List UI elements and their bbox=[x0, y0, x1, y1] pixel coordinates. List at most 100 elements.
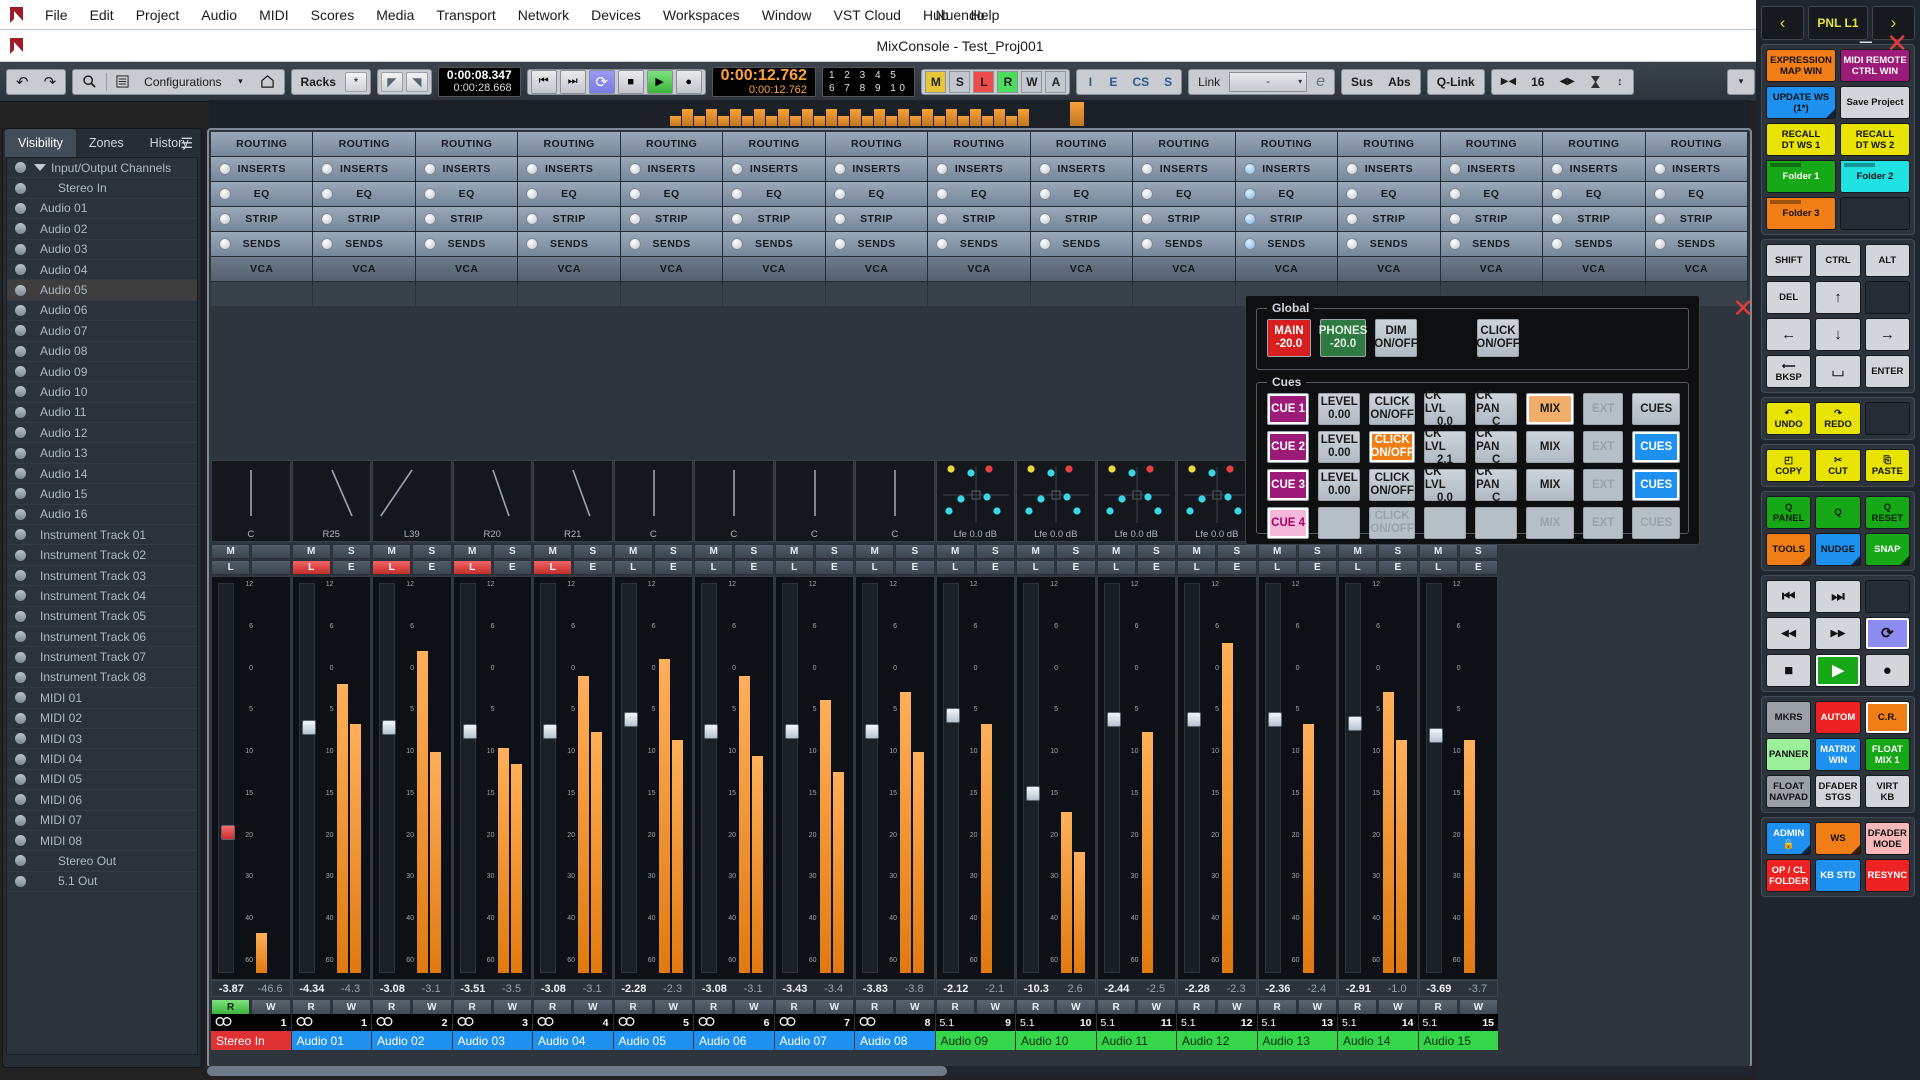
rack-enable-dot[interactable] bbox=[526, 238, 539, 250]
visibility-toggle-dot[interactable] bbox=[15, 325, 26, 337]
rack-cell-eq[interactable]: EQ bbox=[415, 182, 518, 206]
rack-cell-strip[interactable]: STRIP bbox=[415, 207, 518, 231]
visibility-item[interactable]: Instrument Track 07 bbox=[7, 647, 197, 668]
fader-track[interactable] bbox=[862, 583, 879, 973]
rack-enable-dot[interactable] bbox=[526, 163, 539, 175]
tab-zones[interactable]: Zones bbox=[76, 129, 137, 157]
absolute-button[interactable]: Abs bbox=[1382, 70, 1417, 94]
edit-button[interactable]: E bbox=[492, 560, 532, 575]
write-automation-button[interactable]: W bbox=[1297, 999, 1337, 1015]
read-automation-button[interactable]: R bbox=[1418, 999, 1458, 1015]
rack-cell-vca[interactable]: VCA bbox=[1030, 257, 1133, 281]
fader-meter-area[interactable]: 12 6 0 5 10 15 20 30 40 60 bbox=[694, 576, 774, 980]
zoom-in-button[interactable]: ◥ bbox=[405, 71, 428, 92]
rack-cell-inserts[interactable]: INSERTS bbox=[313, 157, 415, 181]
rack-enable-dot[interactable] bbox=[936, 188, 949, 200]
panel-key-expression-map-win[interactable]: EXPRESSION MAP WIN bbox=[1766, 49, 1836, 82]
visibility-item[interactable]: Audio 06 bbox=[7, 301, 197, 322]
qlink-button[interactable]: Q-Link bbox=[1431, 70, 1481, 94]
rack-enable-dot[interactable] bbox=[936, 163, 949, 175]
rack-enable-dot[interactable] bbox=[219, 163, 231, 175]
channel-value-row[interactable]: -4.34 -4.3 bbox=[291, 980, 371, 997]
menu-item-scores[interactable]: Scores bbox=[300, 0, 366, 30]
mute-button[interactable]: M bbox=[211, 544, 251, 559]
rack-cell-inserts[interactable]: INSERTS bbox=[1133, 157, 1235, 181]
toolbar-filter-e[interactable]: E bbox=[1103, 70, 1123, 94]
rack-enable-dot[interactable] bbox=[833, 188, 846, 200]
rack-enable-dot[interactable] bbox=[1346, 188, 1359, 200]
rack-cell-blank[interactable] bbox=[211, 282, 313, 306]
visibility-item[interactable]: MIDI 02 bbox=[7, 709, 197, 729]
visibility-item[interactable]: 5.1 Out bbox=[7, 872, 197, 893]
fader-handle[interactable] bbox=[1026, 785, 1040, 801]
rack-enable-dot[interactable] bbox=[628, 188, 641, 200]
mute-button[interactable]: M bbox=[1096, 544, 1136, 559]
channel-name-block[interactable]: 5.1 15 Audio 15 bbox=[1418, 1014, 1498, 1054]
fader-track[interactable] bbox=[540, 583, 557, 973]
folder-expand-icon[interactable] bbox=[34, 164, 46, 172]
channel-name[interactable]: Audio 05 bbox=[613, 1031, 693, 1050]
cue-cues-button[interactable]: CUES bbox=[1632, 431, 1681, 463]
channel-name-block[interactable]: 5.1 10 Audio 10 bbox=[1016, 1014, 1096, 1054]
menu-item-file[interactable]: File bbox=[34, 0, 79, 30]
mute-button[interactable]: M bbox=[694, 544, 734, 559]
solo-button[interactable]: S bbox=[1458, 544, 1498, 559]
rack-cell-eq[interactable]: EQ bbox=[620, 182, 723, 206]
transport-cycle-button[interactable]: ⟳ bbox=[588, 69, 615, 94]
rack-cell-eq[interactable]: EQ bbox=[211, 182, 313, 206]
solo-button[interactable]: S bbox=[412, 544, 452, 559]
visibility-toggle-dot[interactable] bbox=[15, 182, 26, 194]
menu-item-project[interactable]: Project bbox=[125, 0, 191, 30]
rack-enable-dot[interactable] bbox=[526, 213, 539, 225]
listen-button[interactable]: L bbox=[1418, 560, 1458, 575]
rack-cell-strip[interactable]: STRIP bbox=[518, 207, 620, 231]
edit-button[interactable]: E bbox=[1458, 560, 1498, 575]
rack-cell-vca[interactable]: VCA bbox=[723, 257, 825, 281]
narrow-channels-icon[interactable]: ▶◀ bbox=[1495, 70, 1522, 94]
listen-button[interactable]: L bbox=[452, 560, 492, 575]
cue-mix-button[interactable]: MIX bbox=[1526, 431, 1574, 463]
transport-stop-button[interactable]: ■ bbox=[617, 69, 644, 94]
channel-value-row[interactable]: -3.08 -3.1 bbox=[533, 980, 613, 997]
fader-track[interactable] bbox=[1425, 583, 1443, 973]
fader-handle[interactable] bbox=[784, 723, 799, 739]
mute-button[interactable]: M bbox=[1177, 544, 1217, 559]
rack-enable-dot[interactable] bbox=[1448, 163, 1461, 175]
marker-numpad[interactable]: 1 2 3 4 5 6 7 8 9 10 bbox=[821, 66, 916, 97]
cue-click-pan-button[interactable]: CK PAN C bbox=[1475, 428, 1518, 466]
pan-control[interactable]: C bbox=[855, 460, 935, 542]
visibility-item[interactable]: Audio 01 bbox=[7, 199, 197, 220]
rack-enable-dot[interactable] bbox=[1243, 163, 1256, 175]
pan-control[interactable]: C bbox=[774, 460, 854, 542]
visibility-toggle-dot[interactable] bbox=[15, 773, 26, 785]
solo-button[interactable]: S bbox=[653, 544, 693, 559]
visibility-toggle-dot[interactable] bbox=[15, 488, 26, 500]
rack-cell-strip[interactable]: STRIP bbox=[1133, 207, 1235, 231]
visibility-item[interactable]: Audio 02 bbox=[7, 219, 197, 240]
visibility-toggle-dot[interactable] bbox=[15, 549, 26, 561]
visibility-item[interactable]: Audio 07 bbox=[7, 321, 197, 342]
rack-cell-inserts[interactable]: INSERTS bbox=[1645, 157, 1748, 181]
visibility-toggle-dot[interactable] bbox=[15, 406, 26, 418]
solo-button[interactable]: S bbox=[814, 544, 854, 559]
rack-enable-dot[interactable] bbox=[1243, 188, 1256, 200]
panel-key-undo[interactable]: ↶ UNDO bbox=[1766, 402, 1812, 435]
visibility-toggle-dot[interactable] bbox=[15, 590, 26, 602]
channel-name-block[interactable]: 1 Audio 01 bbox=[291, 1014, 371, 1054]
panel-key-blank[interactable]: ← bbox=[1766, 318, 1812, 351]
visibility-toggle-dot[interactable] bbox=[15, 671, 26, 683]
rack-cell-eq[interactable]: EQ bbox=[1338, 182, 1440, 206]
channel-name-block[interactable]: 1 Stereo In bbox=[211, 1014, 291, 1054]
panel-key-redo[interactable]: ↷ REDO bbox=[1815, 402, 1861, 435]
cue-click-pan-button[interactable]: CK PAN C bbox=[1475, 466, 1518, 504]
toolbar-state-m[interactable]: M bbox=[925, 70, 947, 93]
rack-enable-dot[interactable] bbox=[833, 238, 846, 250]
rack-cell-routing[interactable]: ROUTING bbox=[211, 132, 313, 156]
transport-play-button[interactable]: ▶ bbox=[646, 69, 673, 94]
fader-handle[interactable] bbox=[1187, 712, 1201, 728]
panel-key-panner[interactable]: PANNER bbox=[1766, 738, 1812, 771]
fader-meter-area[interactable]: 12 6 0 5 10 15 20 30 40 60 bbox=[1096, 576, 1176, 980]
visibility-item[interactable]: Stereo Out bbox=[7, 851, 197, 872]
configurations-label[interactable]: Configurations bbox=[138, 70, 227, 94]
panel-key-shift[interactable]: SHIFT bbox=[1766, 244, 1812, 277]
